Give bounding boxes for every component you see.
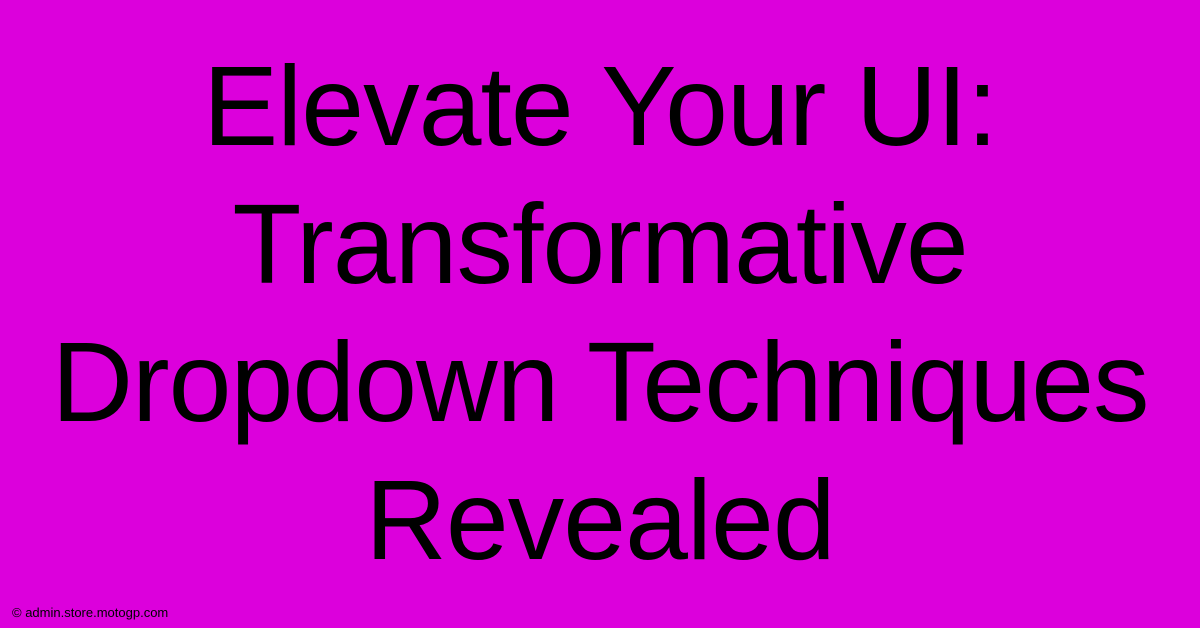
- footer-credit: © admin.store.motogp.com: [12, 605, 168, 620]
- headline-text: Elevate Your UI: Transformative Dropdown…: [0, 0, 1200, 628]
